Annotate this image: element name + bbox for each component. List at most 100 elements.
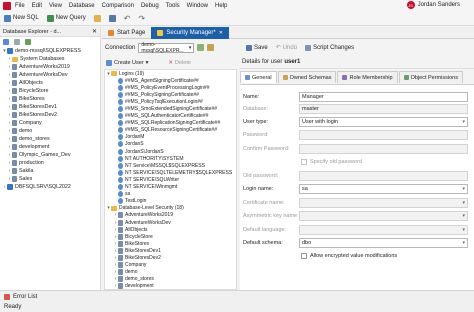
refresh-connection-icon[interactable] <box>197 44 205 51</box>
open-file-button[interactable] <box>90 12 105 24</box>
menu-view[interactable]: View <box>49 3 62 9</box>
security-tree-item[interactable]: ##MS_PolicySigningCertificate## <box>106 91 236 98</box>
explorer-tree-item[interactable]: › Olympic_Games_Dev <box>2 151 100 159</box>
menu-window[interactable]: Window <box>187 3 208 9</box>
security-tree-item[interactable]: ##MS_SQLReplicationSigningCertificate## <box>106 120 236 127</box>
security-tree-item[interactable]: NT SERVICE\Winmgmt <box>106 184 236 191</box>
explorer-tree-item[interactable]: › production <box>2 159 100 167</box>
explorer-tree-item[interactable]: ▾ demo-mssql\SQLEXPRESS <box>2 47 100 55</box>
explorer-tree-item[interactable]: › Sakila <box>2 167 100 175</box>
security-tree-item[interactable]: › BicycleStore <box>106 233 236 240</box>
details-header: Details for user user1 <box>240 56 474 69</box>
security-tree-item[interactable]: NT Service\MSSQL$SQLEXPRESS <box>106 162 236 169</box>
save-button[interactable]: Save <box>246 44 268 51</box>
error-list-tab[interactable]: Error List <box>0 291 474 302</box>
user-type-select[interactable]: User with login ▾ <box>299 117 468 127</box>
menu-debug[interactable]: Debug <box>141 3 159 9</box>
explorer-tree-item[interactable]: › BicycleStore <box>2 87 100 95</box>
security-tree-item[interactable]: › BikeStoresDev2 <box>106 254 236 261</box>
explorer-tree-item[interactable]: › Company <box>2 119 100 127</box>
filter-logins-icon[interactable] <box>207 44 215 51</box>
tab-owned-schemas[interactable]: Owned Schemas <box>277 71 337 83</box>
explorer-tree-item[interactable]: › demo <box>2 127 100 135</box>
old-password-field[interactable] <box>299 171 468 181</box>
security-tree-item[interactable]: › demo_stores <box>106 276 236 283</box>
tab-role-membership[interactable]: Role Membership <box>337 71 398 83</box>
specify-old-password-checkbox[interactable] <box>301 159 307 165</box>
security-tree-item[interactable]: › AllObjects <box>106 226 236 233</box>
security-tree-item[interactable]: › AdventureWorks2019 <box>106 212 236 219</box>
security-tree-item[interactable]: NT SERVICE\SQLWriter <box>106 176 236 183</box>
menu-file[interactable]: File <box>15 3 25 9</box>
security-tree-item[interactable]: ##MS_SQLResourceSigningCertificate## <box>106 127 236 134</box>
security-tree-item[interactable]: › BikeStores <box>106 240 236 247</box>
menu-help[interactable]: Help <box>215 3 227 9</box>
security-tree-item[interactable]: ##MS_AgentSigningCertificate## <box>106 77 236 84</box>
undo-toolbar-button[interactable]: ↶ <box>120 12 135 24</box>
explorer-tree-item[interactable]: › DBFSQLSRV\SQL2022 <box>2 183 100 191</box>
tab-general[interactable]: General <box>240 71 277 83</box>
security-tree-item[interactable]: JordanM <box>106 134 236 141</box>
asymmetric-key-select[interactable]: ▾ <box>299 211 468 221</box>
menu-edit[interactable]: Edit <box>32 3 42 9</box>
explorer-tree-item[interactable]: › BikeStores <box>2 95 100 103</box>
tab-start-page[interactable]: Start Page <box>102 27 151 39</box>
security-tree-item[interactable]: ##MS_PolicyEventProcessingLogin## <box>106 84 236 91</box>
undo-button[interactable]: ↶ Undo <box>276 44 297 52</box>
menu-tools[interactable]: Tools <box>166 3 180 9</box>
user-account[interactable]: JS Jordan Sanders <box>406 1 460 9</box>
tab-security-manager[interactable]: Security Manager* ✕ <box>151 26 229 39</box>
explorer-tree-item[interactable]: › AdventureWorksDev <box>2 71 100 79</box>
create-user-button[interactable]: Create User ▾ <box>106 59 148 66</box>
security-tree-item[interactable]: JordanS <box>106 141 236 148</box>
password-field[interactable] <box>299 130 468 140</box>
explorer-tree-item[interactable]: › development <box>2 143 100 151</box>
security-tree-item[interactable]: › development <box>106 283 236 289</box>
security-tree-item[interactable]: ▾ Logins (19) <box>106 70 236 77</box>
menu-database[interactable]: Database <box>69 3 95 9</box>
security-tree-item[interactable]: NT SERVICE\SQLTELEMETRY$SQLEXPRESS <box>106 169 236 176</box>
delete-button[interactable]: ✕ Delete <box>168 60 191 66</box>
new-query-icon <box>46 14 54 22</box>
connection-select[interactable]: demo-mssql\SQLEXPR... ▾ <box>138 42 195 54</box>
script-changes-button[interactable]: Script Changes <box>305 44 354 51</box>
new-query-button[interactable]: New Query <box>43 12 90 24</box>
database-icon <box>118 276 123 283</box>
security-tree-item[interactable]: ▾ Database-Level Security (18) <box>106 205 236 212</box>
close-icon[interactable]: ✕ <box>219 30 223 36</box>
explorer-tree-item[interactable]: › BikeStoresDev2 <box>2 111 100 119</box>
security-tree-item[interactable]: › BikeStoresDev1 <box>106 247 236 254</box>
allow-encrypted-checkbox[interactable] <box>301 253 307 259</box>
tab-object-permissions[interactable]: Object Permissions <box>398 71 463 83</box>
explorer-tree-item[interactable]: › demo_stores <box>2 135 100 143</box>
close-icon[interactable]: ✕ <box>92 28 97 35</box>
explorer-tree-item[interactable]: › AdventureWorks2019 <box>2 63 100 71</box>
explorer-tree-item[interactable]: › Sales <box>2 175 100 183</box>
explorer-tree-item[interactable]: › AllObjects <box>2 79 100 87</box>
redo-toolbar-button[interactable]: ↷ <box>134 12 149 24</box>
security-tree-item[interactable]: › demo <box>106 269 236 276</box>
security-tree-item[interactable]: sa <box>106 191 236 198</box>
explorer-tree-item[interactable]: › BikeStoresDev1 <box>2 103 100 111</box>
security-tree-item[interactable]: › AdventureWorksDev <box>106 219 236 226</box>
default-schema-select[interactable]: dbo ▾ <box>299 238 468 248</box>
security-tree-item[interactable]: JordanS\JordanS <box>106 148 236 155</box>
new-sql-button[interactable]: New SQL <box>0 12 43 24</box>
security-tree-item[interactable]: TestLogin <box>106 198 236 205</box>
security-tree-item[interactable]: ##MS_PolicyTsqlExecutionLogin## <box>106 98 236 105</box>
security-tree-item[interactable]: ##MS_SQLAuthenticatorCertificate## <box>106 113 236 120</box>
explorer-tree-item[interactable]: › System Databases <box>2 55 100 63</box>
security-tree-item[interactable]: › Company <box>106 262 236 269</box>
save-all-button[interactable] <box>105 12 120 24</box>
menu-comparison[interactable]: Comparison <box>102 3 134 9</box>
connect-icon[interactable] <box>3 39 9 45</box>
confirm-password-field[interactable] <box>299 144 468 154</box>
name-field[interactable]: Manager <box>299 92 468 102</box>
refresh-icon[interactable] <box>25 39 31 45</box>
security-tree-item[interactable]: ##MS_SmoExtendedSigningCertificate## <box>106 105 236 113</box>
login-name-select[interactable]: sa ▾ <box>299 184 468 194</box>
filter-icon[interactable] <box>14 39 20 45</box>
certificate-name-select[interactable]: ▾ <box>299 198 468 208</box>
security-tree-item[interactable]: NT AUTHORITY\SYSTEM <box>106 155 236 162</box>
default-language-select[interactable]: ▾ <box>299 225 468 235</box>
